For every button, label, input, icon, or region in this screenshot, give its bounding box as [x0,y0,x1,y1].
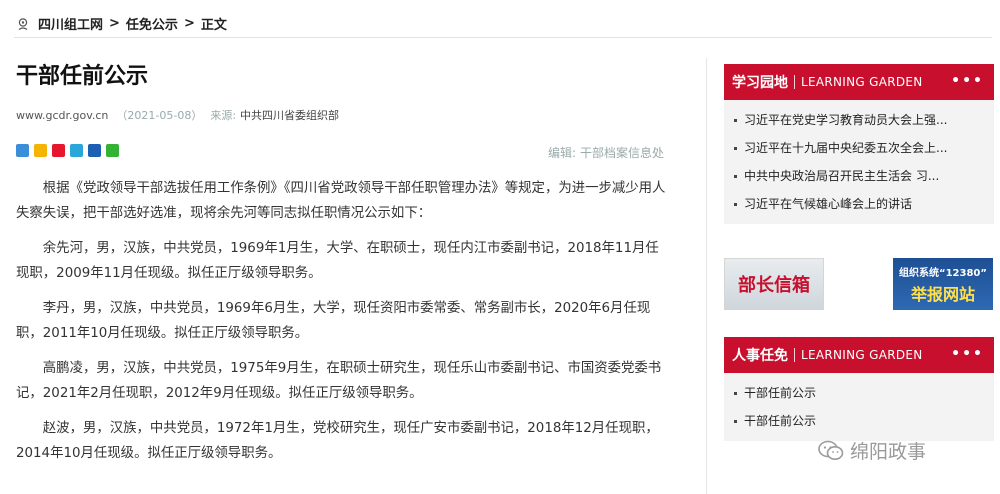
breadcrumb-separator: > [109,16,120,31]
breadcrumb: 四川组工网 > 任免公示 > 正文 [14,10,992,38]
article-date: （2021-05-08） [116,109,203,122]
study-panel-subtitle: LEARNING GARDEN [801,75,923,89]
article-paragraph: 根据《党政领导干部选拔任用工作条例》《四川省党政领导干部任职管理办法》等规定，为… [16,181,666,221]
breadcrumb-separator: > [183,16,195,31]
personnel-panel: 人事任免 LEARNING GARDEN ••• 干部任前公示 干部任前公示 [724,337,994,441]
wechat-icon[interactable] [106,144,119,157]
personnel-list: 干部任前公示 干部任前公示 [724,373,994,441]
study-list-item[interactable]: 习近平在气候雄心峰会上的讲话 [724,190,994,218]
personnel-panel-subtitle: LEARNING GARDEN [801,348,923,362]
study-panel: 学习园地 LEARNING GARDEN ••• 习近平在党史学习教育动员大会上… [724,64,994,224]
sidebar-divider [706,58,707,494]
qzone-icon[interactable] [34,144,47,157]
article-paragraph: 李丹，男，汉族，中共党员，1969年6月生，大学，现任资阳市委常委、常务副市长，… [16,301,651,341]
article-meta: www.gcdr.gov.cn （2021-05-08） 来源: 中共四川省委组织部 [16,108,666,124]
article-body: 根据《党政领导干部选拔任用工作条例》《四川省党政领导干部任职管理办法》等规定，为… [16,176,666,466]
minister-mailbox-banner[interactable]: 部长信箱 [724,258,824,310]
report-website-banner[interactable]: 组织系统“12380” 举报网站 [893,258,993,310]
report-banner-top-text: 组织系统“12380” [899,267,987,279]
source-label: 来源: [210,109,237,122]
minister-mailbox-label: 部长信箱 [738,275,810,296]
more-icon[interactable]: ••• [951,74,984,88]
study-list-item[interactable]: 习近平在党史学习教育动员大会上强... [724,106,994,134]
location-pin-icon [18,17,28,30]
article-paragraph: 高鹏凌，男，汉族，中共党员，1975年9月生，在职硕士研究生，现任乐山市委副书记… [16,361,662,401]
tencent-weibo-icon[interactable] [70,144,83,157]
report-banner-main-text: 举报网站 [910,284,975,304]
article-paragraph: 赵波，男，汉族，中共党员，1972年1月生，党校研究生，现任广安市委副书记，20… [16,421,659,461]
study-panel-header: 学习园地 LEARNING GARDEN ••• [724,64,994,100]
header-divider [794,348,795,362]
personnel-panel-header: 人事任免 LEARNING GARDEN ••• [724,337,994,373]
article-source: 中共四川省委组织部 [240,109,340,122]
editor-name: 干部档案信息处 [579,146,664,160]
study-panel-title: 学习园地 [732,75,788,91]
wechat-watermark: 绵阳政事 [818,437,926,464]
study-list: 习近平在党史学习教育动员大会上强... 习近平在十九届中央纪委五次全会上... … [724,100,994,224]
editor-label: 编辑: [547,146,576,160]
article-title: 干部任前公示 [16,64,149,89]
share-more-icon[interactable] [16,144,29,157]
breadcrumb-section-link[interactable]: 任免公示 [126,14,178,33]
personnel-list-item[interactable]: 干部任前公示 [724,379,994,407]
weibo-icon[interactable] [52,144,65,157]
wechat-logo-icon [818,440,844,460]
study-list-item[interactable]: 中共中央政治局召开民主生活会 习... [724,162,994,190]
article-site: www.gcdr.gov.cn [16,109,109,122]
watermark-text: 绵阳政事 [850,441,927,463]
personnel-list-item[interactable]: 干部任前公示 [724,407,994,435]
editor-info: 编辑: 干部档案信息处 [548,144,664,161]
personnel-panel-title: 人事任免 [732,348,788,364]
renren-icon[interactable] [88,144,101,157]
breadcrumb-home-link[interactable]: 四川组工网 [38,14,103,33]
breadcrumb-current: 正文 [200,18,227,33]
article: 干部任前公示 www.gcdr.gov.cn （2021-05-08） 来源: 中共四… [16,60,666,476]
header-divider [794,75,795,89]
more-icon[interactable]: ••• [951,347,984,361]
share-bar: 编辑: 干部档案信息处 [16,144,666,160]
article-paragraph: 余先河，男，汉族，中共党员，1969年1月生，大学、在职硕士，现任内江市委副书记… [16,241,659,281]
study-list-item[interactable]: 习近平在十九届中央纪委五次全会上... [724,134,994,162]
